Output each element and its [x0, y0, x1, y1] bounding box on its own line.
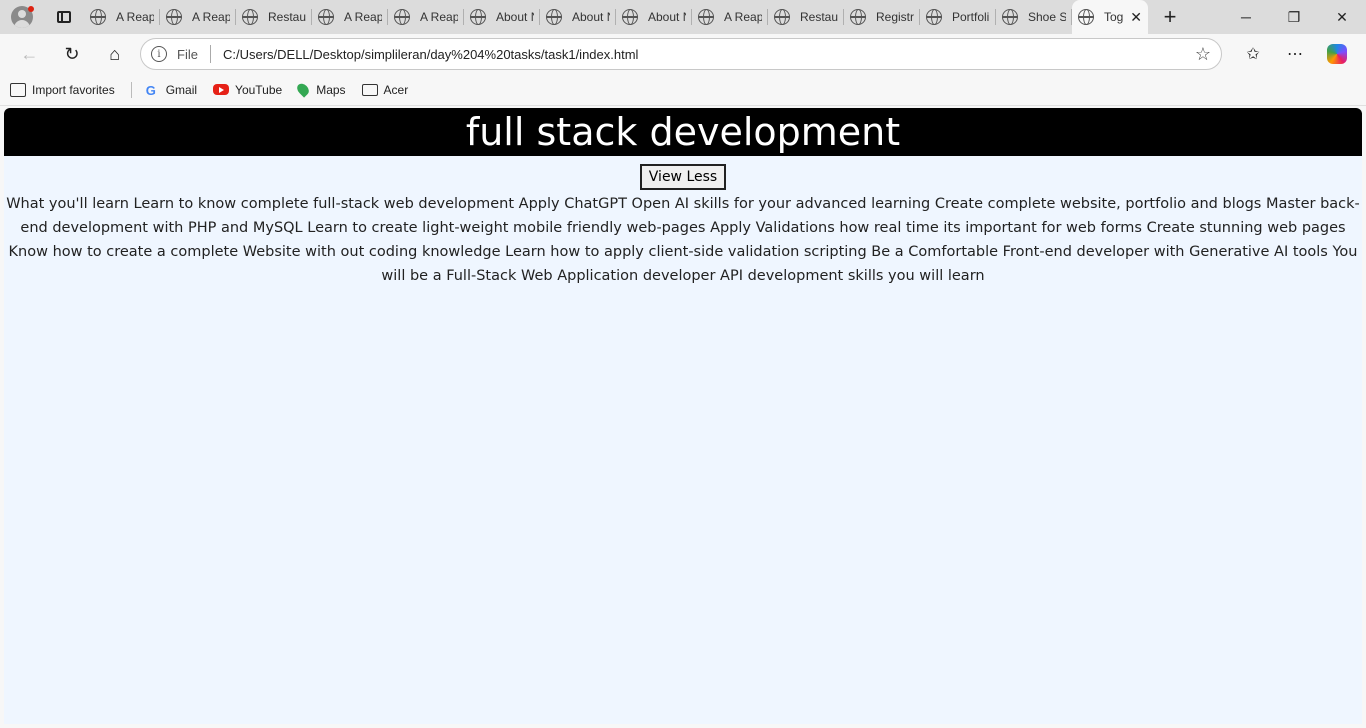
tab-title: About N: [648, 10, 686, 24]
folder-icon: [361, 83, 378, 96]
tab-title: Tog: [1104, 10, 1124, 24]
address-row: ← ↻ ⌂ i File C:/Users/DELL/Desktop/simpl…: [0, 34, 1366, 74]
toolbar: ✩ ⋯: [1232, 38, 1358, 70]
close-window-button[interactable]: ✕: [1318, 0, 1366, 34]
bookmark-acer[interactable]: Acer: [361, 82, 409, 97]
bookmark-import-favorites[interactable]: Import favorites: [10, 82, 115, 97]
bookmark-label: Acer: [383, 82, 409, 97]
browser-tab-active[interactable]: Tog ✕: [1072, 0, 1148, 34]
page-viewport: full stack development View Less What yo…: [4, 108, 1362, 724]
tab-title: Shoe Sh: [1028, 10, 1066, 24]
ellipsis-icon: ⋯: [1287, 46, 1304, 63]
tab-actions-button[interactable]: [44, 0, 84, 34]
divider: [209, 45, 211, 63]
browser-tab[interactable]: Portfoli: [920, 0, 996, 34]
browser-tab[interactable]: Restaura: [236, 0, 312, 34]
browser-tab[interactable]: Restaura: [768, 0, 844, 34]
globe-icon: [698, 9, 714, 25]
youtube-icon: [213, 84, 230, 95]
back-arrow-icon: ←: [20, 43, 39, 64]
browser-tab[interactable]: Registra: [844, 0, 920, 34]
bookmark-label: Maps: [316, 82, 346, 97]
protocol-label: File: [177, 46, 198, 62]
globe-icon: [850, 9, 866, 25]
info-icon[interactable]: i: [151, 46, 168, 62]
globe-icon: [546, 9, 562, 25]
browser-tab[interactable]: About N: [540, 0, 616, 34]
maps-icon: [295, 81, 312, 98]
browser-tab[interactable]: A Reapo: [312, 0, 388, 34]
globe-icon: [926, 9, 942, 25]
favorites-list-icon: ✩: [1246, 46, 1260, 63]
window-controls: ─ ❐ ✕: [1222, 0, 1366, 34]
url-text[interactable]: C:/Users/DELL/Desktop/simplileran/day%20…: [223, 47, 1195, 62]
restore-button[interactable]: ❐: [1270, 0, 1318, 34]
browser-tab[interactable]: A Reapo: [160, 0, 236, 34]
tab-title: Registra: [876, 10, 914, 24]
tab-title: A Reapo: [192, 10, 230, 24]
home-button[interactable]: ⌂: [93, 38, 136, 70]
globe-icon: [1078, 9, 1094, 25]
profile-avatar[interactable]: [0, 0, 44, 34]
refresh-button[interactable]: ↻: [51, 38, 94, 70]
tab-title: Portfoli: [952, 10, 990, 24]
tab-bar: A Reapo A Reapo Restaura A Reapo A Reapo…: [0, 0, 1366, 34]
globe-icon: [470, 9, 486, 25]
bookmark-label: Gmail: [165, 82, 198, 97]
tab-title: Restaura: [800, 10, 838, 24]
globe-icon: [622, 9, 638, 25]
globe-icon: [1002, 9, 1018, 25]
globe-icon: [166, 9, 182, 25]
tab-title: About N: [572, 10, 610, 24]
home-icon: ⌂: [109, 43, 121, 64]
bookmark-divider: [130, 81, 132, 98]
close-tab-icon[interactable]: ✕: [1130, 9, 1142, 26]
address-bar[interactable]: i File C:/Users/DELL/Desktop/simplileran…: [140, 38, 1223, 70]
more-menu-button[interactable]: ⋯: [1274, 38, 1316, 70]
bookmark-maps[interactable]: Maps: [295, 81, 346, 98]
refresh-icon: ↻: [64, 43, 80, 64]
bookmark-label: YouTube: [235, 82, 283, 97]
import-icon: [10, 82, 26, 97]
view-less-button[interactable]: View Less: [639, 164, 727, 190]
bookmarks-bar: Import favorites G Gmail YouTube Maps Ace…: [0, 74, 1366, 106]
page-heading: full stack development: [4, 108, 1362, 156]
tab-title: Restaura: [268, 10, 306, 24]
tab-actions-icon: [57, 11, 71, 23]
back-button[interactable]: ←: [8, 38, 51, 70]
favorites-button[interactable]: ✩: [1232, 38, 1274, 70]
minimize-button[interactable]: ─: [1222, 0, 1270, 34]
toggle-container: View Less: [4, 164, 1362, 190]
globe-icon: [774, 9, 790, 25]
browser-tab[interactable]: A Reapo: [388, 0, 464, 34]
globe-icon: [242, 9, 258, 25]
tab-title: A Reapo: [116, 10, 154, 24]
browser-tab[interactable]: A Reapo: [84, 0, 160, 34]
copilot-button[interactable]: [1316, 38, 1358, 70]
browser-tab[interactable]: About N: [464, 0, 540, 34]
browser-tab[interactable]: Shoe Sh: [996, 0, 1072, 34]
tab-title: A Reapo: [724, 10, 762, 24]
browser-tab[interactable]: About N: [616, 0, 692, 34]
globe-icon: [318, 9, 334, 25]
bookmark-gmail[interactable]: G Gmail: [145, 82, 198, 98]
browser-tab[interactable]: A Reapo: [692, 0, 768, 34]
tab-title: A Reapo: [344, 10, 382, 24]
plus-icon: +: [1163, 4, 1177, 29]
bookmark-youtube[interactable]: YouTube: [213, 83, 282, 97]
new-tab-button[interactable]: +: [1148, 0, 1192, 34]
favorite-star-icon[interactable]: ☆: [1195, 44, 1211, 65]
globe-icon: [394, 9, 410, 25]
notification-dot: [28, 6, 34, 12]
copilot-icon: [1327, 44, 1348, 64]
globe-icon: [90, 9, 106, 25]
bookmark-label: Import favorites: [32, 82, 115, 97]
tab-title: A Reapo: [420, 10, 458, 24]
tab-title: About N: [496, 10, 534, 24]
google-icon: G: [145, 82, 156, 98]
course-description: What you'll learn Learn to know complete…: [6, 196, 1360, 284]
